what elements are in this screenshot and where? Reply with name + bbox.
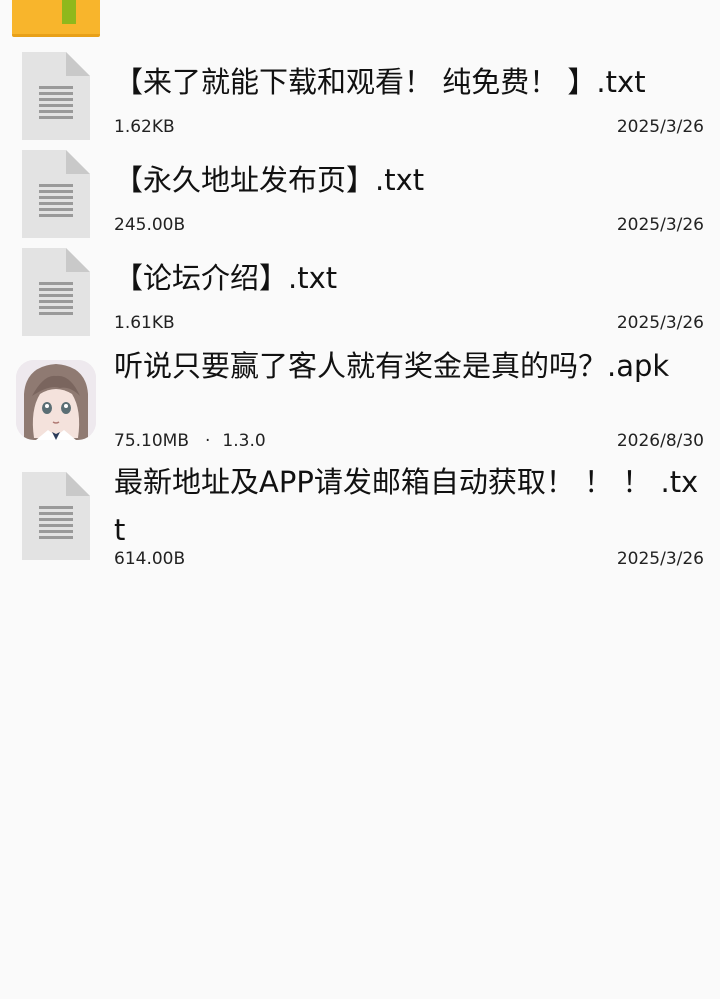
- text-file-icon: [22, 472, 90, 560]
- file-list-item[interactable]: 最新地址及APP请发邮箱自动获取！ ！ ！ .txt 614.00B 2025/…: [0, 458, 720, 578]
- folder-tab: [62, 0, 76, 24]
- file-list-item[interactable]: 听说只要赢了客人就有奖金是真的吗？.apk 75.10MB · 1.3.0 2026…: [0, 342, 720, 454]
- folder-icon[interactable]: [12, 0, 100, 37]
- file-list-item[interactable]: 【永久地址发布页】.txt 245.00B 2025/3/26: [0, 150, 720, 242]
- text-file-icon: [22, 248, 90, 336]
- file-date: 2025/3/26: [616, 313, 704, 333]
- file-size: 614.00B: [114, 549, 186, 569]
- app-icon: [16, 360, 96, 440]
- file-date: 2025/3/26: [616, 117, 704, 137]
- file-name: 听说只要赢了客人就有奖金是真的吗？.apk: [114, 349, 670, 383]
- file-size: 1.62KB: [114, 117, 175, 137]
- text-file-icon: [22, 52, 90, 140]
- file-date: 2026/8/30: [616, 431, 704, 451]
- file-size: 245.00B: [114, 215, 186, 235]
- file-list-item[interactable]: 【来了就能下载和观看！ 纯免费！ 】.txt 1.62KB 2025/3/26: [0, 52, 720, 144]
- meta-separator: ·: [205, 431, 211, 451]
- file-size: 75.10MB · 1.3.0: [114, 431, 266, 451]
- file-size: 1.61KB: [114, 313, 175, 333]
- file-date: 2025/3/26: [616, 215, 704, 235]
- file-list-item[interactable]: 【论坛介绍】.txt 1.61KB 2025/3/26: [0, 248, 720, 340]
- file-name: 【永久地址发布页】.txt: [114, 163, 425, 197]
- file-date: 2025/3/26: [616, 549, 704, 569]
- text-file-icon: [22, 150, 90, 238]
- file-name: 【论坛介绍】.txt: [114, 261, 338, 295]
- file-version: 1.3.0: [222, 431, 266, 451]
- file-name: 【来了就能下载和观看！ 纯免费！ 】.txt: [114, 65, 646, 99]
- file-name: 最新地址及APP请发邮箱自动获取！ ！ ！ .txt: [114, 465, 699, 547]
